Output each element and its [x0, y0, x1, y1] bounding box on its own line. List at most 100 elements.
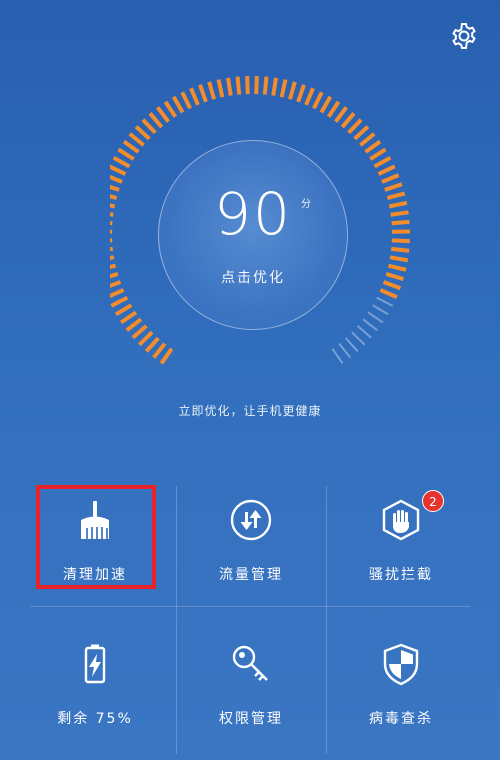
gauge-tick-active [110, 280, 122, 288]
gauge-tick-active [110, 184, 120, 192]
tagline: 立即优化，让手机更健康 [178, 404, 322, 418]
gauge-tick-active [110, 164, 127, 176]
gauge-tick-active [110, 212, 114, 217]
tile-permission-management[interactable]: 权限管理 [176, 630, 326, 750]
gauge-tick-inactive [344, 337, 359, 353]
gauge-tick-active [304, 87, 315, 106]
shield-icon [377, 640, 425, 688]
gauge-tick-active [235, 76, 242, 95]
gauge-tick-inactive [351, 331, 366, 346]
gauge-tick-active [137, 330, 154, 347]
gauge-tick-inactive [372, 304, 389, 316]
status-bar [0, 0, 500, 6]
gauge-tick-active [245, 76, 250, 95]
gauge-tick-active [319, 95, 333, 114]
gauge-tick-inactive [376, 296, 394, 307]
gauge-tick-active [385, 272, 405, 281]
gauge-tick-active [110, 238, 113, 243]
optimize-label: 点击优化 [221, 270, 285, 286]
gauge-tick-active [159, 347, 174, 365]
gauge-tick-active [216, 79, 225, 98]
gauge-tick-active [387, 263, 407, 272]
score-unit: 分 [301, 199, 311, 210]
gauge-tick-active [226, 77, 233, 96]
gauge-tick-active [110, 255, 115, 260]
gauge-tick-active [377, 164, 396, 176]
gauge-tick-active [382, 280, 402, 291]
grid-divider [30, 606, 470, 607]
tile-label: 病毒查杀 [369, 711, 433, 727]
highlight-annotation [36, 485, 156, 589]
key-icon [227, 640, 275, 688]
tile-harassment-block[interactable]: 2 骚扰拦截 [326, 486, 476, 606]
settings-button[interactable] [444, 16, 484, 56]
gauge-tick-active [373, 155, 392, 169]
gauge-tick-active [389, 255, 409, 263]
gauge-tick-active [207, 81, 216, 100]
tile-battery[interactable]: 剩余 75% [20, 630, 170, 750]
gauge-tick-active [262, 76, 269, 95]
score-gauge: 90 分 点击优化 [110, 68, 410, 368]
gauge-tick-active [353, 125, 370, 141]
gauge-tick-active [390, 210, 409, 217]
gauge-tick-active [110, 246, 114, 252]
gauge-tick-active [117, 147, 135, 161]
optimize-button[interactable]: 90 分 点击优化 [158, 140, 348, 330]
gauge-tick-inactive [367, 311, 384, 324]
gauge-tick-active [134, 125, 151, 141]
gauge-tick-active [379, 288, 398, 299]
gauge-tick-active [110, 221, 113, 226]
tile-label: 权限管理 [219, 711, 283, 727]
gauge-tick-active [296, 84, 306, 103]
gauge-tick-active [110, 194, 118, 200]
gauge-tick-active [110, 295, 129, 308]
gauge-tick-active [364, 139, 382, 154]
tile-label: 骚扰拦截 [369, 567, 433, 583]
gauge-tick-active [279, 79, 288, 98]
tile-label: 流量管理 [219, 567, 283, 583]
hand-block-icon [377, 496, 425, 544]
gauge-tick-inactive [362, 318, 378, 332]
gauge-tick-active [312, 91, 324, 110]
gauge-tick-active [271, 77, 278, 96]
gauge-tick-active [340, 111, 356, 129]
tile-virus-scan[interactable]: 病毒查杀 [326, 630, 476, 750]
gauge-tick-active [148, 111, 164, 129]
gauge-tick-active [180, 91, 192, 110]
gauge-tick-active [125, 317, 143, 332]
gauge-tick-active [110, 203, 116, 209]
gauge-tick-active [334, 106, 349, 123]
gauge-tick-active [155, 106, 170, 123]
gauge-tick-active [359, 132, 376, 147]
gauge-tick-active [110, 263, 117, 270]
gear-icon [452, 23, 476, 49]
gauge-tick-active [119, 310, 138, 325]
gauge-tick-active [189, 87, 200, 106]
gauge-tick-active [384, 182, 403, 192]
gauge-tick-active [144, 336, 160, 353]
gauge-tick-active [112, 155, 131, 169]
notification-badge: 2 [422, 490, 444, 512]
gauge-tick-active [254, 76, 259, 95]
gauge-tick-inactive [356, 325, 372, 339]
gauge-tick-active [171, 95, 185, 114]
gauge-tick-active [391, 238, 410, 244]
gauge-tick-active [369, 147, 387, 161]
gauge-tick-active [347, 118, 363, 135]
gauge-tick-active [386, 191, 406, 200]
gauge-tick-active [288, 81, 297, 100]
gauge-tick-active [114, 303, 133, 317]
gauge-tick-inactive [331, 348, 344, 365]
tile-data-management[interactable]: 流量管理 [176, 486, 326, 606]
score-value: 90 [214, 180, 292, 248]
tile-label: 剩余 75% [57, 711, 133, 727]
gauge-tick-active [326, 100, 341, 118]
gauge-tick-active [110, 272, 119, 279]
gauge-tick-active [388, 200, 408, 209]
battery-icon [71, 640, 119, 688]
gauge-tick-inactive [338, 342, 352, 359]
gauge-tick-active [122, 139, 140, 154]
gauge-tick-active [390, 246, 410, 253]
gauge-tick-active [198, 84, 208, 103]
gauge-tick-active [391, 219, 410, 226]
